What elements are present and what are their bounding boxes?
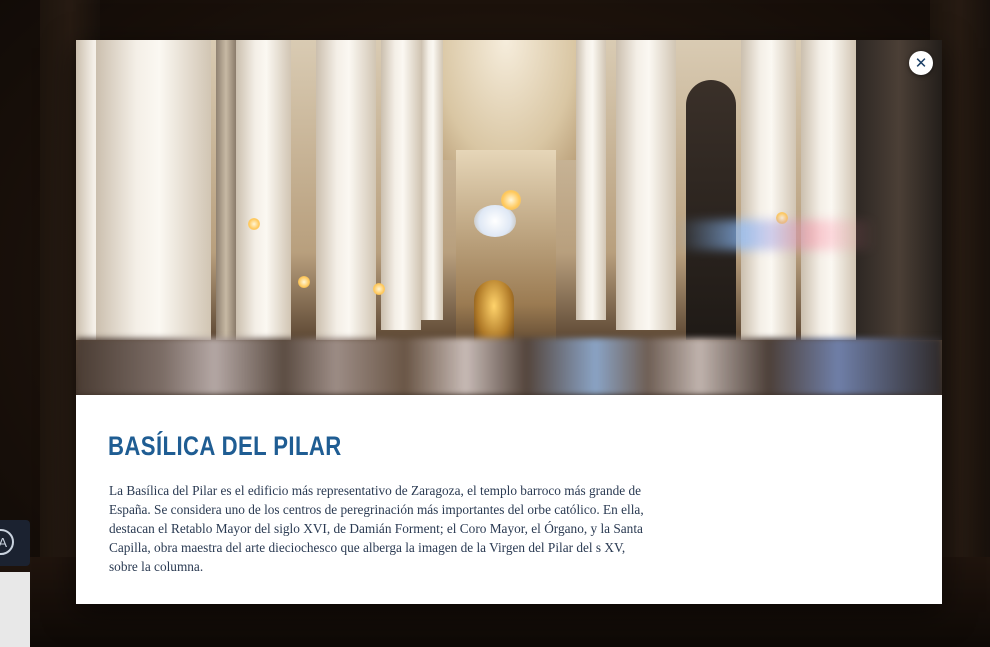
modal-description: La Basílica del Pilar es el edificio más… — [109, 483, 644, 574]
modal-content: BASÍLICA DEL PILAR La Basílica del Pilar… — [76, 395, 942, 604]
photo-pillar — [316, 40, 376, 340]
photo-chandelier — [501, 190, 521, 210]
photo-door — [856, 40, 942, 340]
photo-pillar — [381, 40, 421, 330]
photo-crowd — [76, 338, 942, 395]
photo-pillar — [216, 40, 236, 340]
side-nav-label: A — [0, 534, 7, 550]
photo-pillar — [616, 40, 676, 330]
photo-arch — [686, 80, 736, 340]
photo-pillar — [576, 40, 606, 320]
photo-pillar — [801, 40, 856, 340]
modal-title: BASÍLICA DEL PILAR — [108, 431, 342, 461]
photo-pillar — [421, 40, 443, 320]
info-modal: ✕ BASÍLICA DEL PILAR La Basílica del Pil… — [76, 40, 942, 604]
photo-pillar — [96, 40, 211, 340]
photo-pillar — [236, 40, 291, 340]
basilica-photo — [76, 40, 942, 395]
close-icon: ✕ — [914, 53, 928, 72]
photo-vault — [436, 40, 576, 160]
photo-lamp — [248, 218, 260, 230]
side-nav-button[interactable]: A — [0, 520, 30, 566]
photo-altar — [474, 280, 514, 345]
photo-pillar — [741, 40, 796, 340]
circle-letter-icon: A — [0, 529, 14, 555]
side-panel — [0, 572, 30, 647]
photo-lamp — [373, 283, 385, 295]
close-button[interactable]: ✕ — [909, 51, 933, 75]
photo-motion-blur — [676, 220, 876, 250]
photo-lamp — [298, 276, 310, 288]
